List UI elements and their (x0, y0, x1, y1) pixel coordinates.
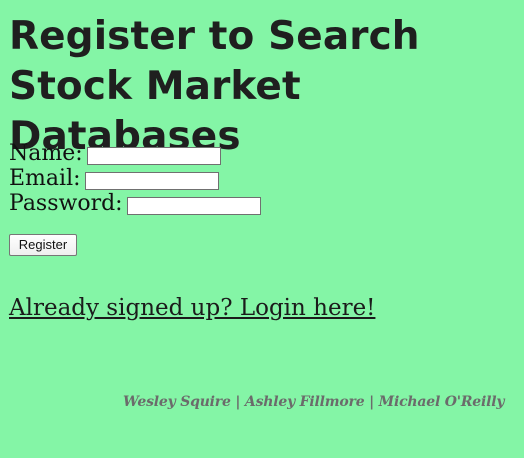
password-label: Password: (9, 191, 123, 216)
email-label: Email: (9, 166, 81, 191)
email-input[interactable] (84, 171, 219, 190)
footer-authors: Wesley Squire | Ashley Fillmore | Michae… (123, 394, 505, 410)
name-label: Name: (9, 141, 83, 166)
login-link[interactable]: Already signed up? Login here! (9, 294, 375, 322)
registration-form: Name: Email: Password: (9, 141, 309, 216)
name-input[interactable] (86, 146, 221, 165)
email-row: Email: (9, 166, 309, 191)
register-button[interactable]: Register (9, 234, 77, 256)
name-row: Name: (9, 141, 309, 166)
password-input[interactable] (126, 196, 261, 215)
password-row: Password: (9, 191, 309, 216)
page-title: Register to Search Stock Market Database… (9, 14, 420, 159)
